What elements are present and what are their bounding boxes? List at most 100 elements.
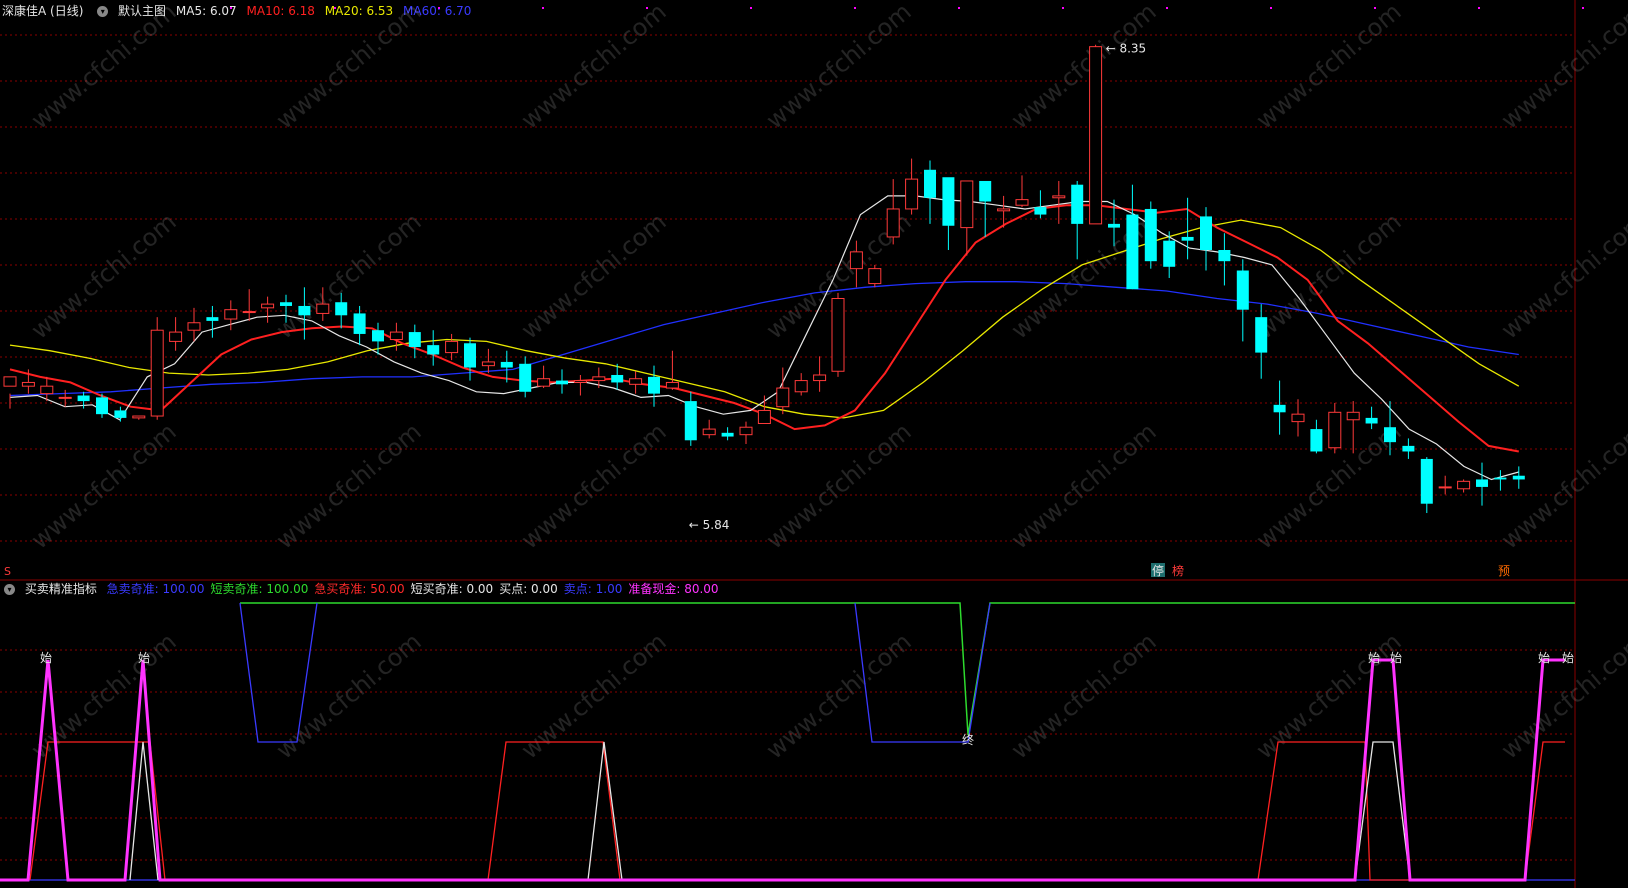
watermark-text: www.cfchi.com: [26, 0, 182, 135]
candle-body-down: [1512, 475, 1525, 480]
watermark-text: www.cfchi.com: [26, 627, 182, 764]
candle-body-down: [1218, 249, 1231, 262]
candle-body-up: [21, 381, 35, 387]
candle-body-up: [997, 208, 1011, 212]
watermark-text: www.cfchi.com: [26, 207, 182, 344]
candle-body-down: [924, 169, 936, 198]
start-label: 始: [1368, 651, 1380, 665]
watermark-text: www.cfchi.com: [1251, 207, 1407, 344]
candle-body-down: [372, 330, 384, 342]
candle-body-down: [1163, 240, 1176, 267]
candle-body-down: [1034, 207, 1047, 215]
candle-body-down: [427, 345, 440, 355]
candle-body-up: [1457, 480, 1471, 490]
candle-body-up: [150, 329, 164, 417]
top-dot: [230, 7, 232, 9]
candle-body-down: [556, 380, 568, 385]
candle-body-down: [979, 180, 992, 202]
top-dot: [1582, 7, 1584, 9]
ma5-line: [9, 195, 1519, 481]
candle-body-up: [665, 381, 679, 389]
start-label: 始: [1390, 651, 1402, 665]
candle-body-up: [592, 376, 606, 382]
start-label: 始: [40, 651, 52, 665]
candle-body-down: [1255, 317, 1268, 353]
candle-body-down: [77, 395, 90, 402]
watermark-text: www.cfchi.com: [271, 207, 427, 344]
top-dot: [334, 7, 336, 9]
watermark-text: www.cfchi.com: [1251, 0, 1407, 135]
top-dot: [1478, 7, 1480, 9]
candle-body-up: [813, 374, 827, 382]
candle-body-down: [408, 332, 421, 348]
watermark-text: www.cfchi.com: [1496, 627, 1628, 764]
candle-body-up: [629, 378, 643, 385]
candle-body-down: [500, 361, 513, 368]
candle-body-down: [1384, 427, 1396, 443]
watermark-text: www.cfchi.com: [1251, 627, 1407, 764]
candle-body-down: [1181, 236, 1194, 241]
watermark-text: www.cfchi.com: [516, 627, 672, 764]
candle-body-down: [1273, 404, 1286, 413]
top-dot: [542, 7, 544, 9]
watermark-text: www.cfchi.com: [516, 417, 672, 554]
candle-body-down: [206, 317, 219, 321]
candle-body-up: [1438, 486, 1452, 489]
candle-body-up: [849, 251, 863, 270]
pre-marker: 预: [1498, 564, 1510, 578]
candle-body-up: [1089, 46, 1103, 225]
candle-body-up: [1015, 199, 1029, 206]
list-marker: 榜: [1172, 563, 1184, 578]
candle-body-up: [960, 180, 974, 229]
candle-body-up: [1346, 411, 1360, 421]
candle-body-up: [132, 415, 146, 419]
watermark-text: www.cfchi.com: [1496, 0, 1628, 135]
watermark-text: www.cfchi.com: [761, 627, 917, 764]
candle-body-down: [335, 302, 348, 316]
candle-body-up: [40, 385, 54, 395]
candle-body-up: [868, 268, 882, 285]
candle-body-down: [519, 363, 532, 392]
candle-body-up: [1291, 413, 1305, 423]
moving-average-lines: [9, 195, 1520, 481]
candle-body-down: [1365, 417, 1378, 424]
candle-body-down: [1476, 479, 1488, 487]
candle-body-up: [794, 380, 808, 393]
top-dot: [958, 7, 960, 9]
watermark-text: www.cfchi.com: [761, 0, 917, 135]
start-label: 始: [1538, 651, 1550, 665]
watermark-text: www.cfchi.com: [271, 0, 427, 135]
watermark-text: www.cfchi.com: [271, 417, 427, 554]
candle-body-up: [739, 426, 753, 436]
candle-body-up: [224, 309, 238, 320]
watermark-text: www.cfchi.com: [1006, 0, 1162, 135]
watermark-text: www.cfchi.com: [1006, 417, 1162, 554]
candle-body-up: [261, 303, 275, 309]
candle-body-down: [96, 397, 108, 415]
candle-body-down: [353, 313, 366, 334]
end-label: 终: [962, 732, 974, 747]
watermark-text: www.cfchi.com: [271, 627, 427, 764]
candle-body-up: [537, 378, 551, 387]
candle-body-down: [114, 410, 127, 418]
watermark-text: www.cfchi.com: [1496, 417, 1628, 554]
high-price-label: ← 8.35: [1106, 42, 1147, 56]
candle-body-down: [1126, 214, 1139, 290]
watermark-text: www.cfchi.com: [1006, 627, 1162, 764]
stock-chart[interactable]: www.cfchi.com www.cfchi.com www.cfchi.com w…: [0, 0, 1628, 888]
candle-body-up: [886, 208, 900, 238]
candle-body-down: [611, 374, 624, 383]
candle-body-up: [445, 340, 459, 354]
candle-body-up: [905, 178, 919, 210]
watermark-text: www.cfchi.com: [516, 0, 672, 135]
watermark-text: www.cfchi.com: [1496, 207, 1628, 344]
candle-body-up: [1328, 411, 1342, 449]
candle-body-up: [776, 387, 790, 408]
candle-body-up: [757, 409, 771, 424]
candle-body-down: [280, 302, 292, 306]
watermark-text: www.cfchi.com: [26, 417, 182, 554]
candle-body-down: [1236, 270, 1249, 310]
candle-body-up: [831, 298, 845, 372]
urgent-buy-line: [29, 741, 1565, 881]
watermark-text: www.cfchi.com: [761, 417, 917, 554]
